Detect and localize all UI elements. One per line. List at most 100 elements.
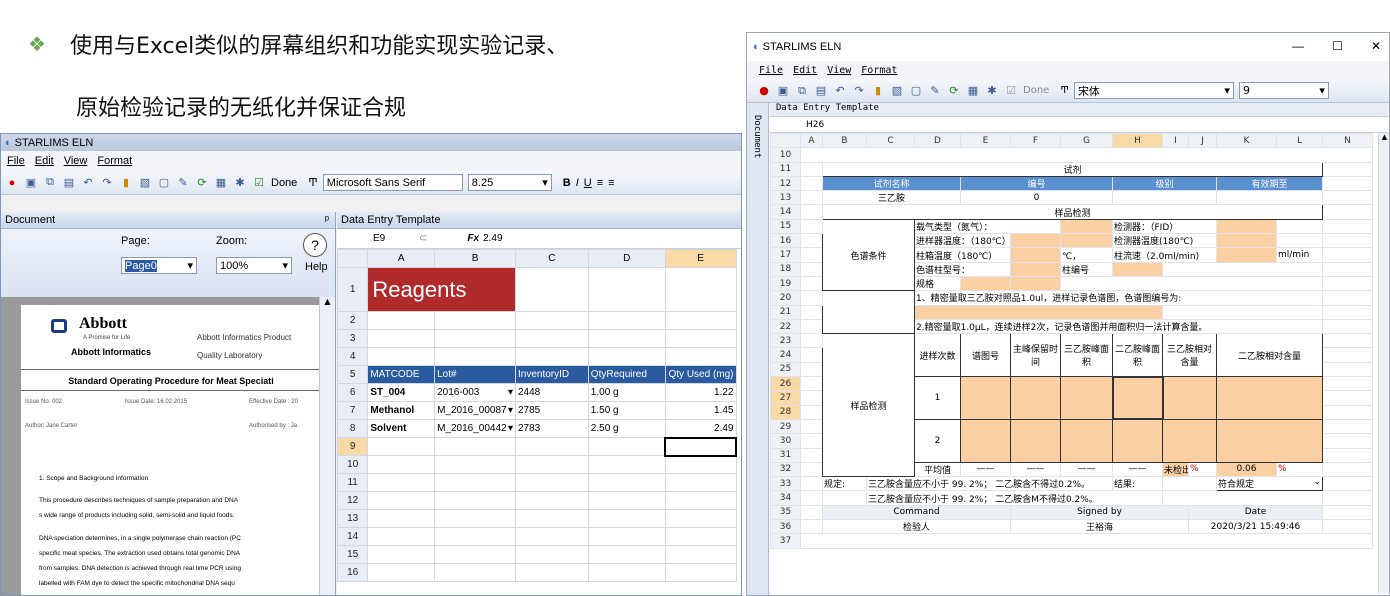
grid-cell[interactable] [434,311,516,330]
grid-cell[interactable] [367,473,436,492]
bold-icon[interactable]: B [563,177,571,189]
page-icon[interactable]: ▢ [909,84,923,98]
document-scrollbar[interactable]: ▲ [319,297,335,595]
row-header[interactable]: 34 [770,490,801,506]
lot-dropdown[interactable]: M_2016_00442 ▾ [434,419,516,438]
expiry-cell[interactable] [1216,190,1323,206]
header-inventory[interactable]: InventoryID [514,365,589,384]
size-select[interactable]: 8.25 ▾ [467,174,552,191]
grid-cell[interactable]: ST_004 [367,383,436,402]
grid-cell[interactable] [587,545,666,564]
col-header[interactable]: F [1010,132,1061,149]
grid-cell[interactable]: 1.45 [664,401,737,420]
col-header[interactable]: I [1162,132,1189,149]
chevron-down-icon[interactable]: ⌄ [1313,478,1321,488]
grid-cell[interactable] [434,527,516,546]
input-cell[interactable] [1010,233,1061,249]
done-button[interactable]: Done [271,177,297,189]
chart-icon[interactable]: ▮ [119,176,133,190]
paste-icon[interactable]: ▤ [62,176,76,190]
col-c[interactable]: C [514,249,589,268]
row-header[interactable]: 5 [336,365,369,384]
grid-cell[interactable]: 2.50 g [587,419,666,438]
col-header[interactable]: H [1112,132,1163,149]
row-header[interactable]: 33 [770,476,801,492]
minimize-icon[interactable]: — [1292,39,1304,53]
row-header[interactable]: 20 [770,290,801,306]
grid-cell[interactable] [800,147,1373,163]
paste-icon[interactable]: ▤ [814,84,828,98]
grid-cell[interactable] [664,509,737,528]
col-header[interactable]: D [914,132,961,149]
row-header[interactable]: 21 [770,304,801,320]
row-header[interactable]: 2 [336,311,369,330]
input-cell[interactable] [1216,218,1277,235]
row-header[interactable]: 31 [770,447,801,463]
header-qty-used[interactable]: Qty Used (mg) [664,365,737,384]
row-header[interactable]: 15 [770,218,801,235]
refresh-icon[interactable]: ⟳ [195,176,209,190]
grid-cell[interactable]: 1.00 g [587,383,666,402]
align-center-icon[interactable]: ≡ [608,177,614,189]
input-cell[interactable] [1010,261,1061,277]
input-cell[interactable] [1060,218,1113,235]
row-header[interactable]: 12 [336,491,369,510]
grid-cell[interactable] [367,437,436,456]
grid-cell[interactable] [664,329,737,348]
grid-cell[interactable] [664,347,737,366]
chevron-down-icon[interactable]: ▾ [508,423,513,434]
grid-cell[interactable] [664,491,737,510]
edit-icon[interactable]: ✎ [928,84,942,98]
row-header[interactable]: 29 [770,418,801,435]
row-header[interactable]: 35 [770,504,801,521]
col-header[interactable]: K [1216,132,1277,149]
selected-cell[interactable] [1111,375,1164,421]
row-header[interactable]: 12 [770,175,801,192]
input-cell[interactable] [960,418,1011,463]
grid-cell[interactable] [587,491,666,510]
input-cell[interactable] [1060,376,1113,420]
grid-cell[interactable] [367,491,436,510]
grid-cell[interactable] [664,527,737,546]
grid-cell[interactable] [367,329,436,348]
grid-cell[interactable] [587,527,666,546]
grid-cell[interactable] [434,437,516,456]
cell-reference[interactable]: E9 [337,233,419,244]
undo-icon[interactable]: ↶ [81,176,95,190]
grid-cell[interactable] [514,473,589,492]
font-select[interactable]: 宋体 ▾ [1073,82,1234,99]
grid-cell[interactable] [514,437,589,456]
pin-icon[interactable]: ᵖ [325,214,329,226]
col-b[interactable]: B [434,249,516,268]
header-qty-required[interactable]: QtyRequired [587,365,666,384]
menu-file[interactable]: File [759,65,783,76]
grid-cell[interactable] [514,455,589,474]
copy-icon[interactable]: ⧉ [795,84,809,98]
done-button[interactable]: Done [1023,85,1049,96]
row-header[interactable]: 37 [770,533,801,549]
copy-icon[interactable]: ⧉ [43,176,57,190]
form-icon[interactable]: ▦ [214,176,228,190]
grid-cell[interactable]: 2.49 [664,419,737,438]
input-cell[interactable] [1112,418,1163,463]
row-header[interactable]: 1 [336,267,369,312]
grid-cell[interactable] [664,311,737,330]
input-cell[interactable] [1216,418,1323,463]
menu-file[interactable]: File [7,155,25,167]
grid-cell[interactable] [434,491,516,510]
input-cell[interactable] [1216,376,1323,420]
lot-dropdown[interactable]: 2016-003 ▾ [434,383,516,402]
header-lot[interactable]: Lot# [434,365,516,384]
redo-icon[interactable]: ↷ [852,84,866,98]
close-icon[interactable]: ✕ [1371,39,1381,53]
grid-cell[interactable] [587,267,666,312]
grid-cell[interactable] [367,311,436,330]
grid-cell[interactable] [514,563,589,582]
grid-cell[interactable]: 2785 [514,401,589,420]
grid-cell[interactable] [664,455,737,474]
page-icon[interactable]: ▢ [157,176,171,190]
grid-cell[interactable] [664,473,737,492]
undo-icon[interactable]: ↶ [833,84,847,98]
grid-cell[interactable] [664,545,737,564]
row-header[interactable]: 14 [770,204,801,220]
